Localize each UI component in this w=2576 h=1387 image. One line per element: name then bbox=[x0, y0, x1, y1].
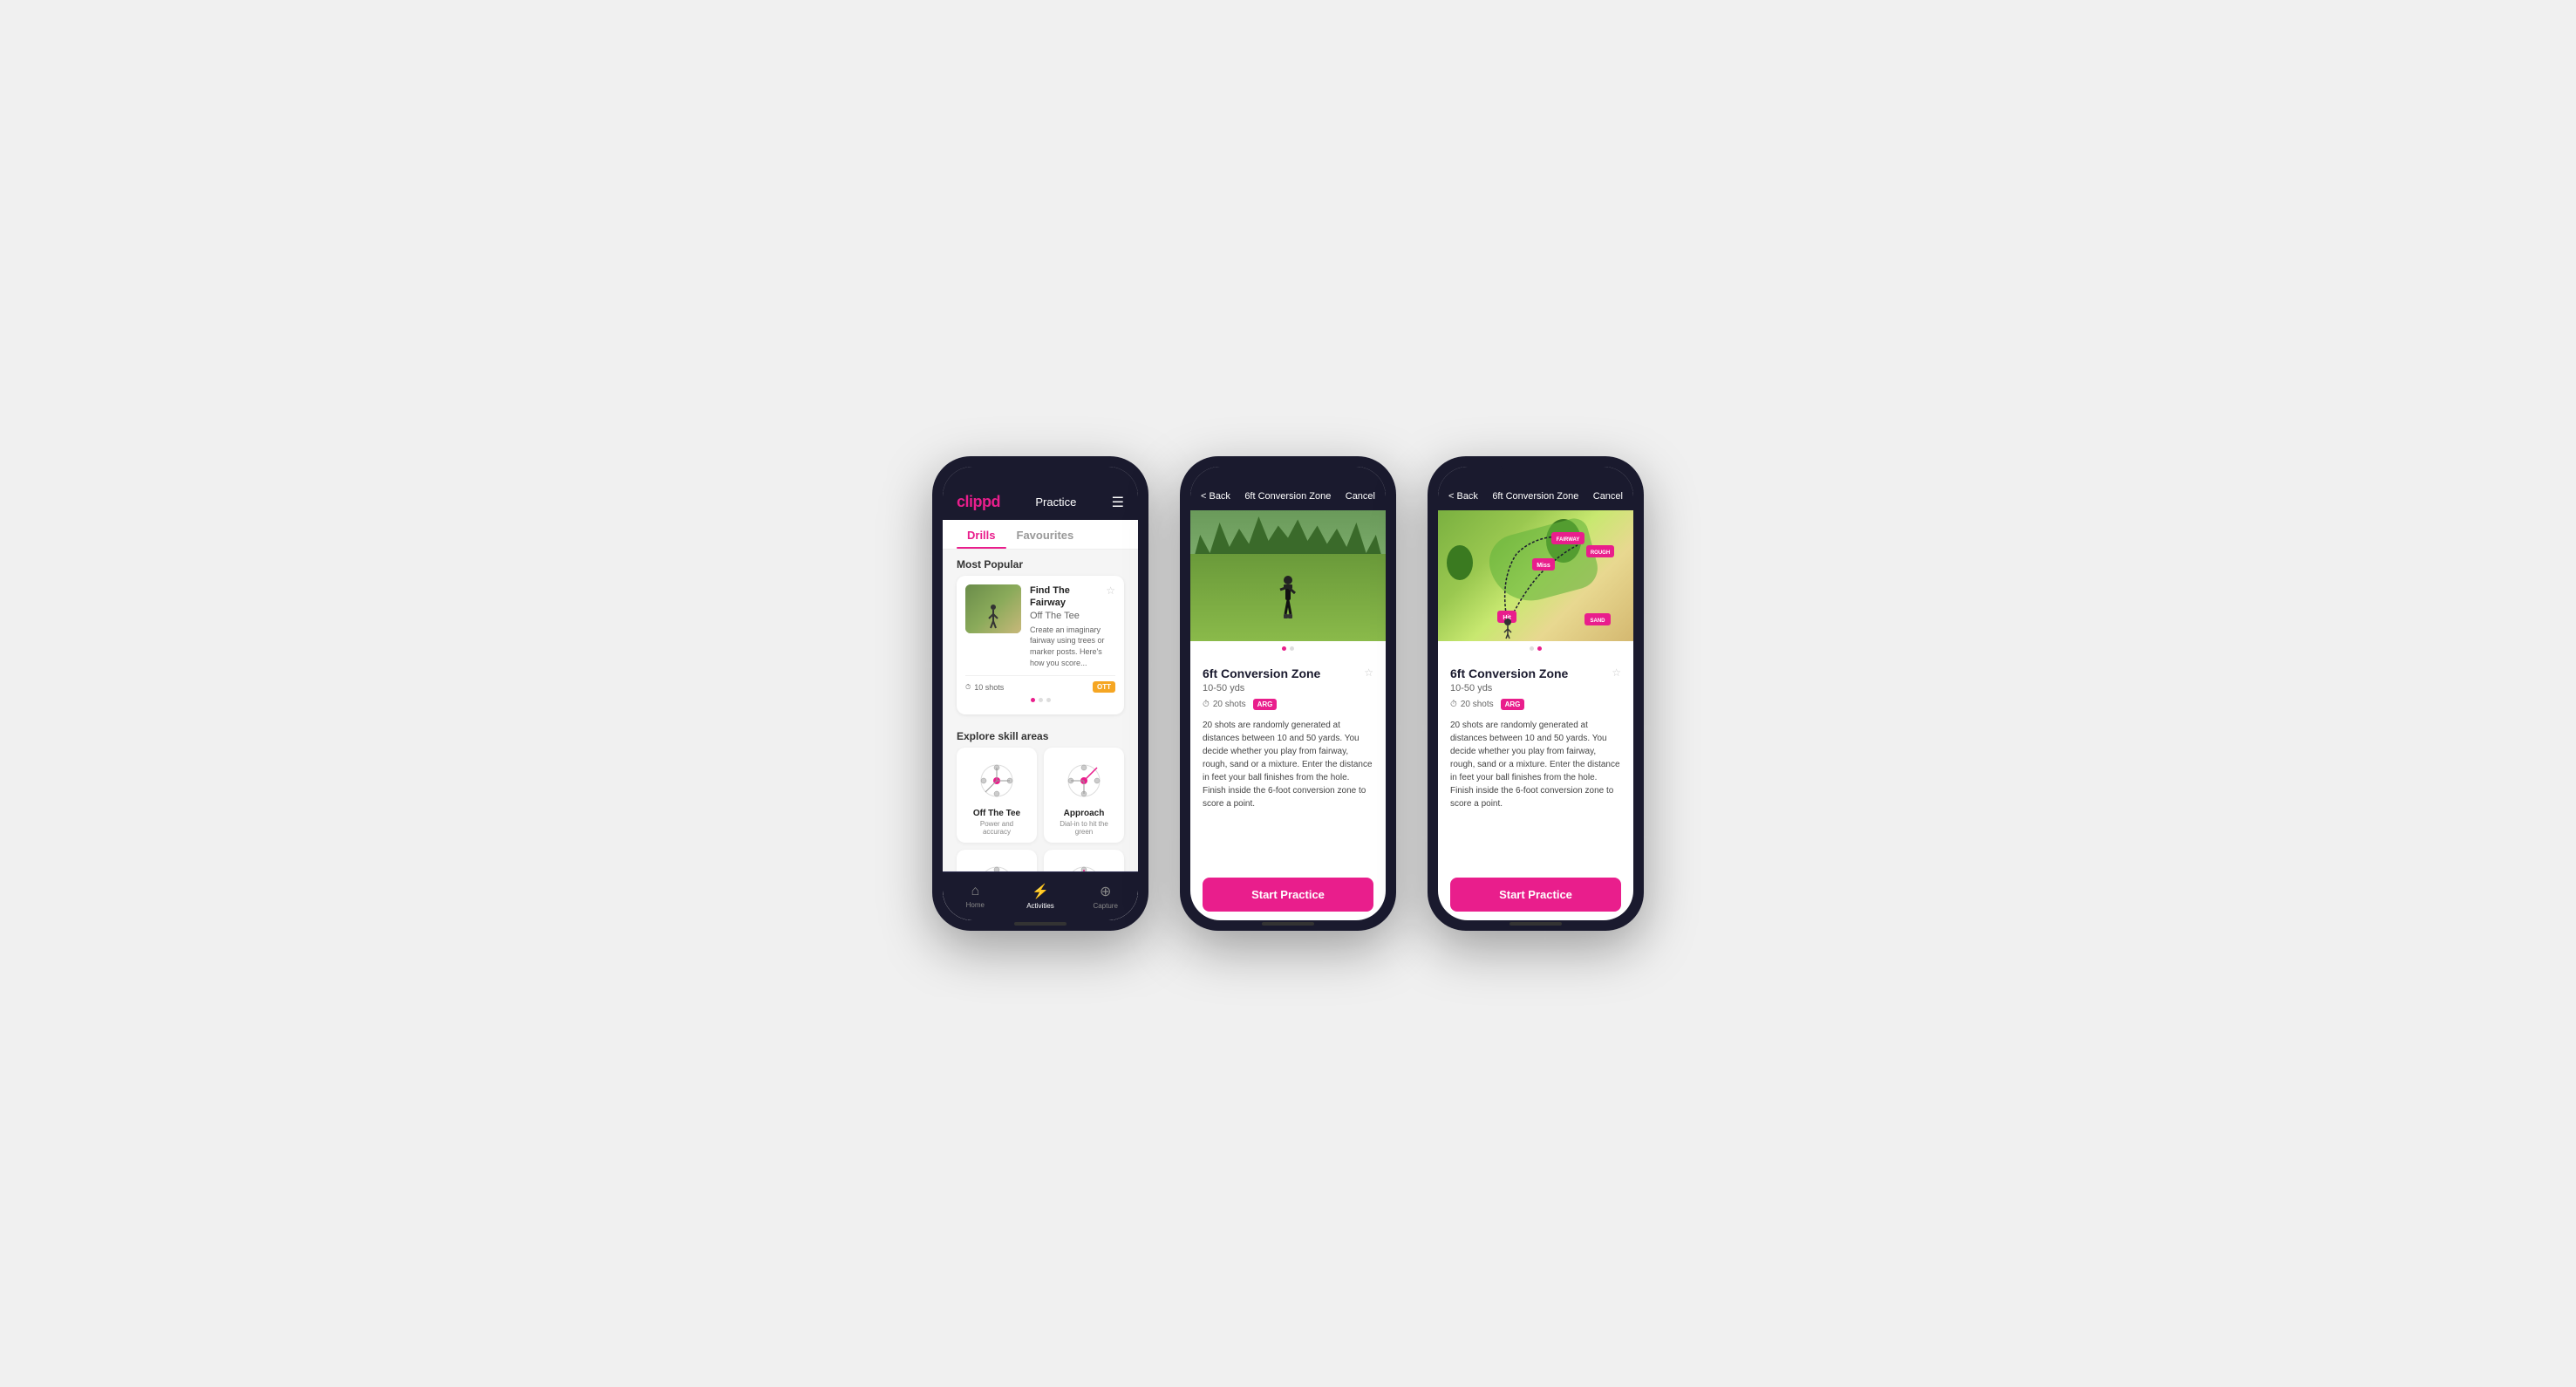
drill-range-3: 10-50 yds bbox=[1450, 683, 1568, 694]
explore-label: Explore skill areas bbox=[943, 721, 1138, 748]
card-shots: ⏱ 10 shots bbox=[965, 683, 1004, 692]
capture-icon: ⊕ bbox=[1100, 883, 1111, 900]
detail-header-title-2: 6ft Conversion Zone bbox=[1244, 491, 1331, 502]
skill-icon-approach bbox=[1053, 758, 1115, 803]
phone-notch-2 bbox=[1253, 456, 1323, 475]
nav-home[interactable]: ⌂ Home bbox=[943, 872, 1008, 920]
back-button-3[interactable]: < Back bbox=[1448, 491, 1478, 502]
featured-card[interactable]: Find The Fairway Off The Tee ☆ Create an… bbox=[957, 576, 1124, 714]
detail-meta-3: ⏱ 20 shots ARG bbox=[1450, 699, 1621, 710]
favourite-icon-2[interactable]: ☆ bbox=[1364, 666, 1373, 679]
start-practice-button-3[interactable]: Start Practice bbox=[1450, 878, 1621, 912]
detail-meta-2: ⏱ 20 shots ARG bbox=[1203, 699, 1373, 710]
home-indicator bbox=[1014, 922, 1067, 926]
tab-drills[interactable]: Drills bbox=[957, 520, 1006, 549]
card-subtitle: Off The Tee bbox=[1030, 610, 1106, 622]
detail-shots-2: ⏱ 20 shots bbox=[1203, 700, 1246, 709]
home-icon: ⌂ bbox=[971, 884, 980, 899]
clock-icon: ⏱ bbox=[965, 683, 971, 692]
slide-dot-2 bbox=[1290, 646, 1294, 651]
svg-text:Miss: Miss bbox=[1537, 563, 1550, 569]
phone-3: < Back 6ft Conversion Zone Cancel Hit bbox=[1428, 456, 1644, 931]
detail-description-2: 20 shots are randomly generated at dista… bbox=[1203, 719, 1373, 810]
skill-ott-title: Off The Tee bbox=[965, 809, 1028, 818]
home-indicator-3 bbox=[1509, 922, 1562, 926]
tab-favourites[interactable]: Favourites bbox=[1006, 520, 1085, 549]
skill-ott-desc: Power and accuracy bbox=[965, 820, 1028, 836]
card-footer: ⏱ 10 shots OTT bbox=[965, 675, 1115, 693]
detail-content-3: 6ft Conversion Zone 10-50 yds ☆ ⏱ 20 sho… bbox=[1438, 656, 1633, 869]
dot-1 bbox=[1031, 698, 1035, 702]
dot-indicator bbox=[965, 698, 1115, 702]
svg-text:ROUGH: ROUGH bbox=[1591, 550, 1610, 556]
clock-icon-3: ⏱ bbox=[1450, 700, 1457, 709]
slide-dot-3-2 bbox=[1537, 646, 1542, 651]
card-image bbox=[965, 584, 1021, 633]
svg-text:FAIRWAY: FAIRWAY bbox=[1557, 537, 1580, 543]
tabs-row: Drills Favourites bbox=[943, 520, 1138, 550]
card-description: Create an imaginary fairway using trees … bbox=[1030, 625, 1115, 668]
arg-badge-3: ARG bbox=[1501, 699, 1525, 710]
drill-title-3: 6ft Conversion Zone bbox=[1450, 666, 1568, 680]
nav-home-label: Home bbox=[966, 901, 985, 909]
ott-badge: OTT bbox=[1093, 681, 1115, 693]
drill-title-2: 6ft Conversion Zone bbox=[1203, 666, 1320, 680]
content-area: Most Popular bbox=[943, 550, 1138, 920]
phone-2: < Back 6ft Conversion Zone Cancel bbox=[1180, 456, 1396, 931]
nav-activities[interactable]: ⚡ Activities bbox=[1008, 872, 1073, 920]
skill-approach-title: Approach bbox=[1053, 809, 1115, 818]
phone-1: clippd Practice ☰ Drills Favourites Most… bbox=[932, 456, 1148, 931]
favourite-icon[interactable]: ☆ bbox=[1106, 584, 1115, 597]
bottom-nav: ⌂ Home ⚡ Activities ⊕ Capture bbox=[943, 871, 1138, 920]
start-practice-button-2[interactable]: Start Practice bbox=[1203, 878, 1373, 912]
slide-dot-1 bbox=[1282, 646, 1286, 651]
cancel-button-3[interactable]: Cancel bbox=[1593, 491, 1623, 502]
detail-dots-3 bbox=[1438, 646, 1633, 651]
skill-approach[interactable]: Approach Dial-in to hit the green bbox=[1044, 748, 1124, 843]
slide-dot-3-1 bbox=[1530, 646, 1534, 651]
activities-icon: ⚡ bbox=[1032, 883, 1049, 900]
drill-map-3: Hit Miss FAIRWAY ROUGH SAND bbox=[1438, 510, 1633, 641]
nav-capture[interactable]: ⊕ Capture bbox=[1073, 872, 1138, 920]
dot-2 bbox=[1039, 698, 1043, 702]
detail-screen-3: < Back 6ft Conversion Zone Cancel Hit bbox=[1438, 467, 1633, 920]
phone-notch bbox=[1005, 456, 1075, 475]
menu-icon[interactable]: ☰ bbox=[1112, 494, 1124, 511]
home-indicator-2 bbox=[1262, 922, 1314, 926]
most-popular-label: Most Popular bbox=[943, 550, 1138, 576]
app-logo: clippd bbox=[957, 493, 1000, 511]
dot-3 bbox=[1046, 698, 1051, 702]
drill-range-2: 10-50 yds bbox=[1203, 683, 1320, 694]
detail-dots-2 bbox=[1190, 646, 1386, 651]
detail-description-3: 20 shots are randomly generated at dista… bbox=[1450, 719, 1621, 810]
skill-approach-desc: Dial-in to hit the green bbox=[1053, 820, 1115, 836]
cancel-button-2[interactable]: Cancel bbox=[1346, 491, 1375, 502]
phone-notch-3 bbox=[1501, 456, 1571, 475]
nav-capture-label: Capture bbox=[1093, 902, 1117, 910]
card-title: Find The Fairway bbox=[1030, 584, 1106, 610]
nav-activities-label: Activities bbox=[1026, 902, 1054, 910]
detail-shots-3: ⏱ 20 shots bbox=[1450, 700, 1494, 709]
clock-icon-2: ⏱ bbox=[1203, 700, 1210, 709]
back-button-2[interactable]: < Back bbox=[1201, 491, 1230, 502]
card-content: Find The Fairway Off The Tee ☆ Create an… bbox=[1030, 584, 1115, 668]
svg-text:SAND: SAND bbox=[1590, 618, 1605, 624]
arg-badge-2: ARG bbox=[1253, 699, 1278, 710]
detail-header-title-3: 6ft Conversion Zone bbox=[1492, 491, 1578, 502]
skill-icon-ott bbox=[965, 758, 1028, 803]
favourite-icon-3[interactable]: ☆ bbox=[1612, 666, 1621, 679]
detail-content-2: 6ft Conversion Zone 10-50 yds ☆ ⏱ 20 sho… bbox=[1190, 656, 1386, 869]
skill-off-the-tee[interactable]: Off The Tee Power and accuracy bbox=[957, 748, 1037, 843]
detail-screen-2: < Back 6ft Conversion Zone Cancel bbox=[1190, 467, 1386, 920]
drill-image-2 bbox=[1190, 510, 1386, 641]
header-title: Practice bbox=[1035, 495, 1076, 509]
